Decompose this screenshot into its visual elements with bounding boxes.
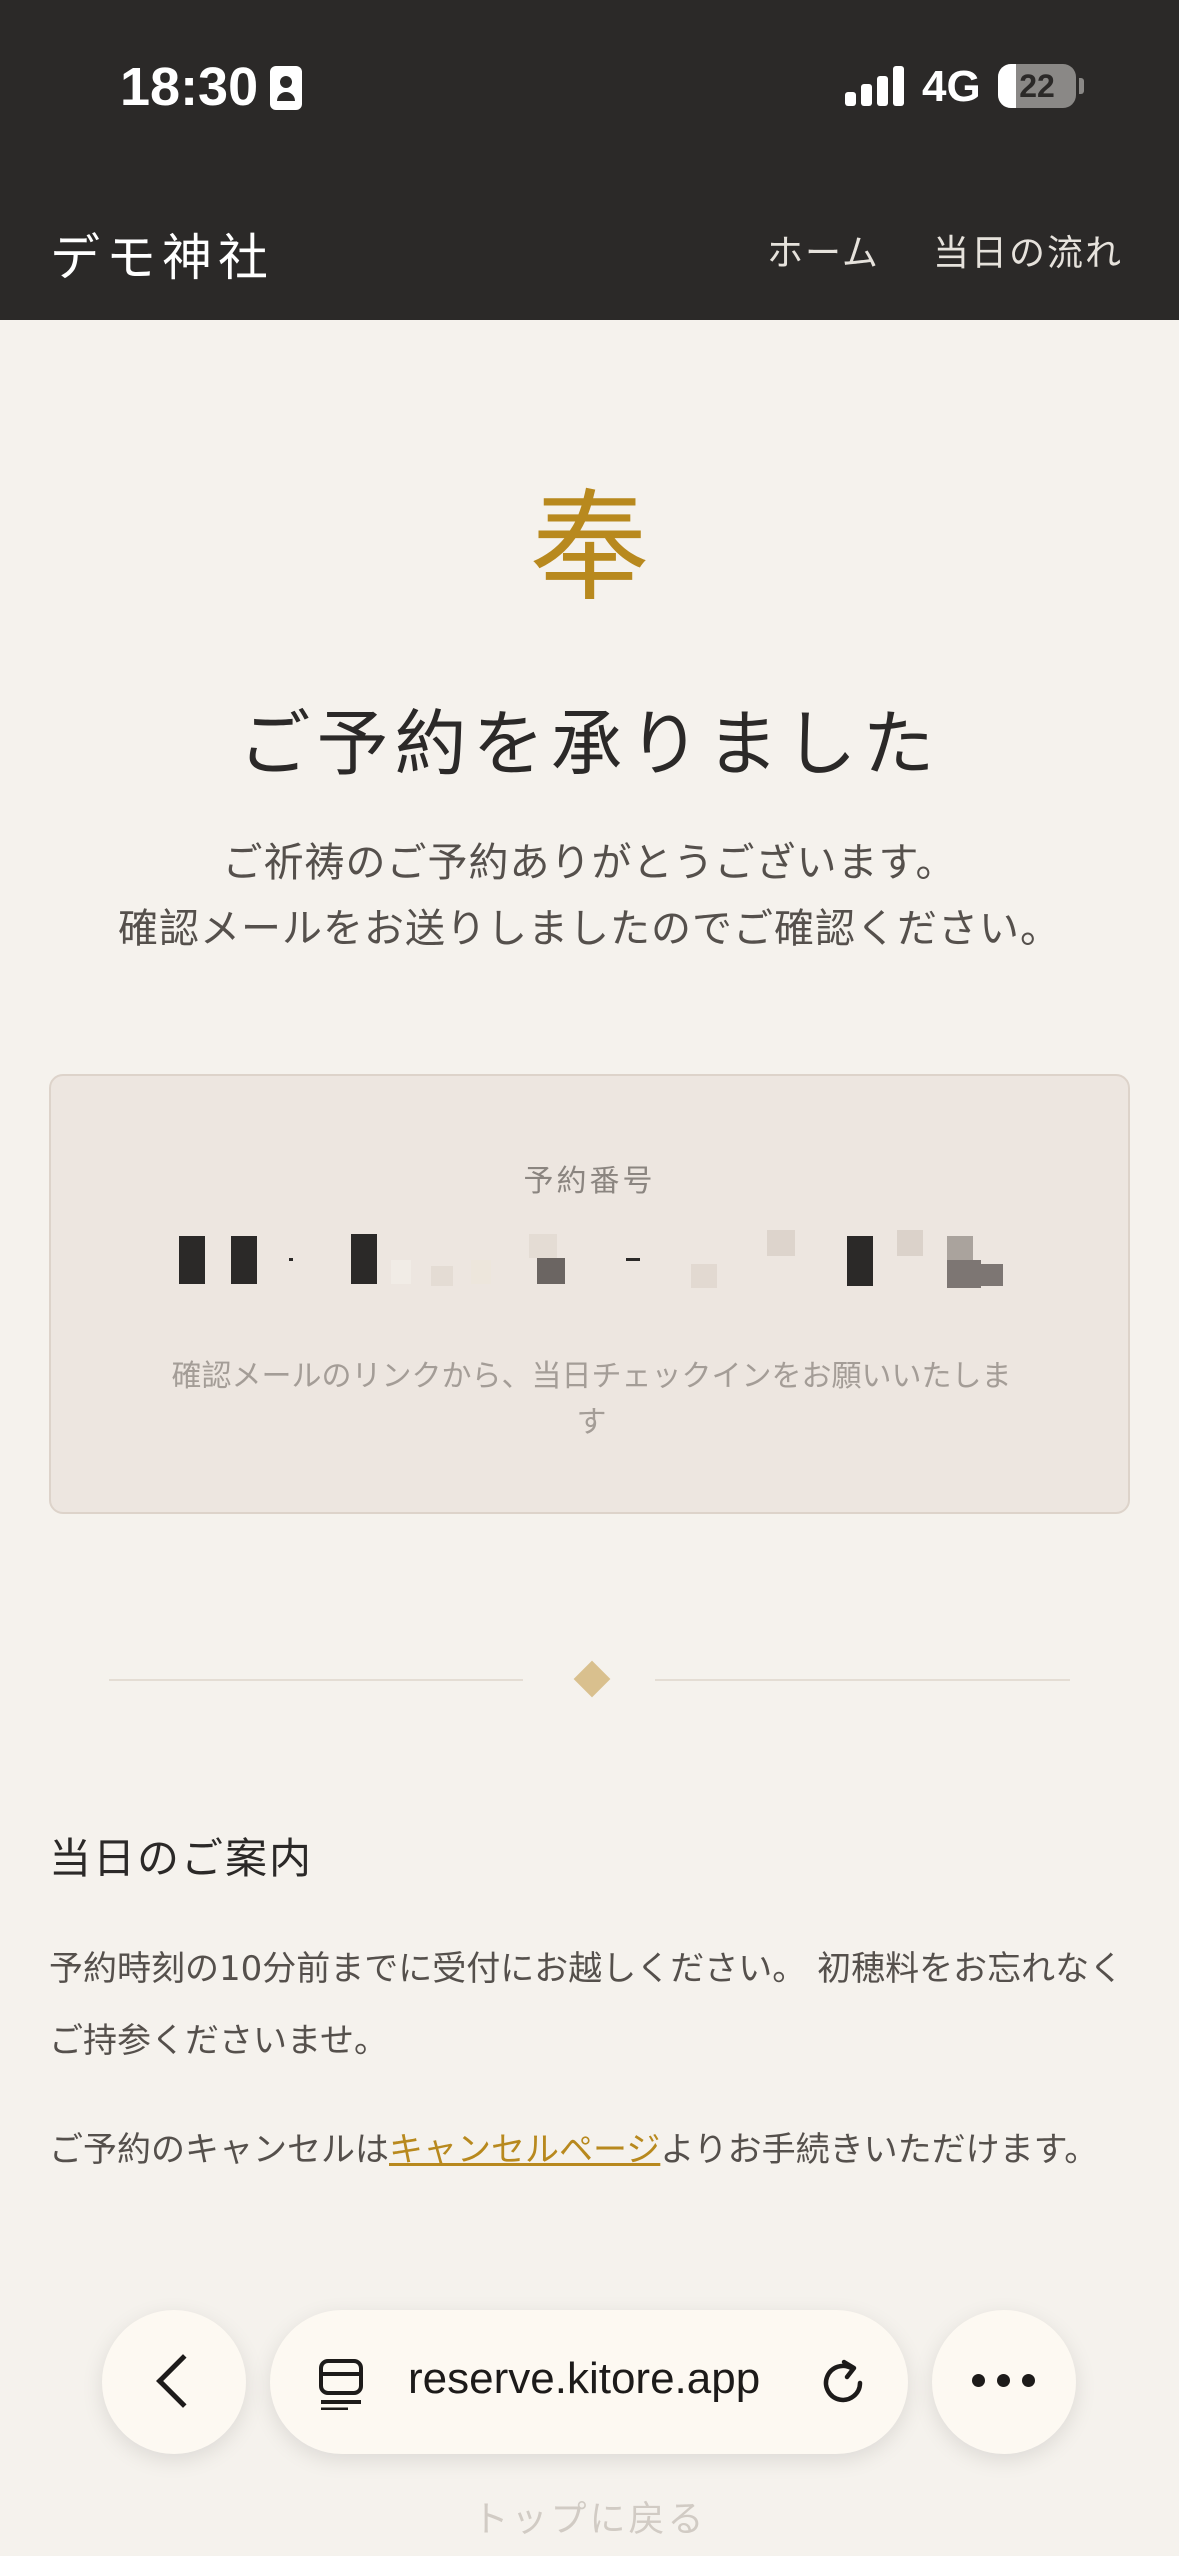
battery-icon: 22 (998, 64, 1076, 108)
day-info-heading: 当日のご案内 (49, 1834, 314, 1883)
chevron-left-icon (156, 2354, 210, 2408)
divider-line-right (655, 1679, 1070, 1681)
reload-icon[interactable] (816, 2356, 870, 2410)
reservation-number-label: 予約番号 (523, 1164, 656, 1199)
email-sent-message: 確認メールをお送りしましたのでご確認ください。 (118, 906, 1061, 952)
status-time: 18:30 (120, 57, 259, 117)
offering-mark: 奉 (529, 479, 650, 618)
browser-back-button[interactable] (102, 2310, 246, 2454)
divider-line-left (109, 1679, 523, 1681)
cancel-text-before: ご予約のキャンセルは (49, 2130, 389, 2170)
battery-tip (1079, 78, 1084, 94)
address-bar[interactable]: reserve.kitore.app (270, 2310, 908, 2454)
battery-level: 22 (1019, 68, 1055, 104)
checkin-note: 確認メールのリンクから、当日チェックインをお願いいたします (171, 1359, 1012, 1440)
url-text: reserve.kitore.app (408, 2354, 761, 2403)
status-bar: 18:30 4G 22 (0, 0, 1179, 170)
nav-link-home[interactable]: ホーム (767, 224, 880, 276)
browser-more-button[interactable] (932, 2310, 1076, 2454)
cancel-text-after: よりお手続きいただけます。 (660, 2130, 1099, 2170)
back-to-top-link[interactable]: トップに戻る (0, 2490, 1179, 2542)
cellular-signal-icon (845, 66, 905, 106)
page-title: ご予約を承りました (238, 702, 941, 786)
more-dots-icon (972, 2374, 1036, 2390)
nav-link-day-flow[interactable]: 当日の流れ (933, 224, 1123, 276)
tab-overview-icon (319, 2359, 363, 2410)
reservation-card: 予約番号 確認メールのリンクから、当日チェックインをお願いいたします (49, 1074, 1130, 1514)
diamond-ornament-icon (573, 1660, 611, 1698)
reservation-number-redacted (51, 1216, 1128, 1288)
network-type: 4G (922, 62, 981, 111)
arrival-instructions: 予約時刻の10分前までに受付にお越しください。 初穂料をお忘れなくご持参ください… (49, 1949, 1124, 2061)
contact-card-icon (270, 66, 302, 110)
site-logo[interactable]: デモ神社 (50, 218, 274, 290)
site-header: デモ神社 ホーム 当日の流れ (0, 170, 1179, 320)
thanks-message: ご祈祷のご予約ありがとうございます。 (222, 840, 957, 886)
cancel-page-link[interactable]: キャンセルページ (389, 2130, 660, 2170)
cancel-instructions: ご予約のキャンセルはキャンセルページよりお手続きいただけます。 (49, 2114, 1130, 2186)
